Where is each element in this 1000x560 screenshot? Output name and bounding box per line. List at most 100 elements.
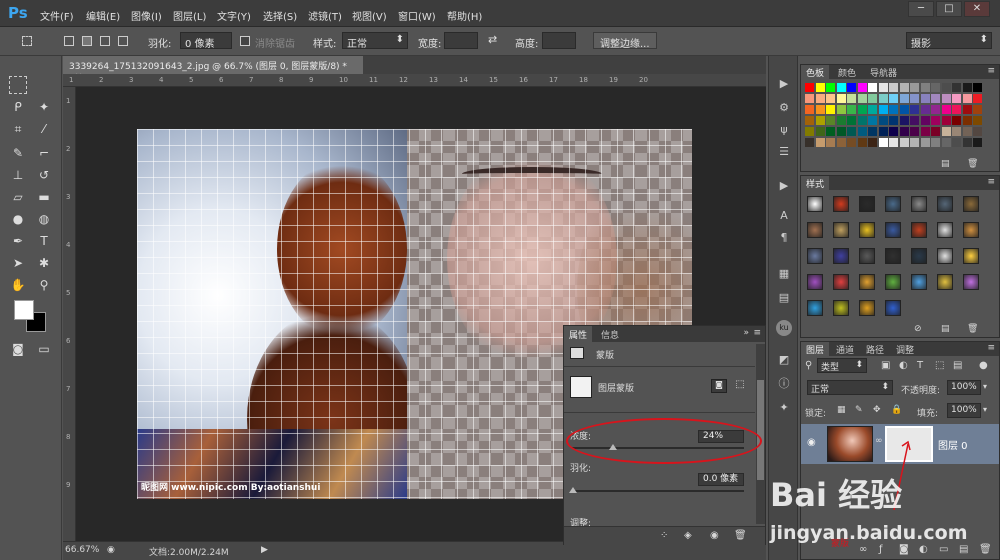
play-icon[interactable]: ▶ bbox=[776, 178, 792, 194]
document-tab[interactable]: 3339264_175132091643_2.jpg @ 66.7% (图层 0… bbox=[63, 56, 363, 82]
color-swatch[interactable] bbox=[836, 116, 846, 125]
adjustments-icon[interactable]: ◩ bbox=[776, 352, 792, 368]
stamp-tool-icon[interactable]: ⊥ bbox=[9, 166, 27, 184]
fx-icon[interactable]: ƒ bbox=[879, 544, 883, 555]
quick-mask-icon[interactable]: ◙ bbox=[9, 340, 27, 358]
tab-channels[interactable]: 通道 bbox=[831, 342, 859, 356]
tab-properties[interactable]: 属性 bbox=[564, 326, 593, 342]
color-swatch[interactable] bbox=[889, 116, 898, 125]
menu-file[interactable]: 文件(F) bbox=[40, 8, 74, 23]
load-selection-icon[interactable]: ⁘ bbox=[660, 530, 668, 541]
style-swatch[interactable] bbox=[963, 196, 979, 212]
color-swatch[interactable] bbox=[941, 83, 951, 92]
trash-icon[interactable]: 🗑 bbox=[967, 324, 978, 334]
color-swatch[interactable] bbox=[857, 127, 867, 136]
style-swatch[interactable] bbox=[885, 248, 901, 264]
style-swatch[interactable] bbox=[963, 222, 979, 238]
menu-view[interactable]: 视图(V) bbox=[352, 8, 387, 23]
color-swatch[interactable] bbox=[910, 94, 919, 103]
eye-icon[interactable]: ◉ bbox=[807, 437, 816, 448]
history-icon[interactable]: ⚙ bbox=[776, 100, 792, 116]
feather-slider-thumb[interactable] bbox=[569, 487, 577, 493]
style-swatch[interactable] bbox=[807, 274, 823, 290]
style-swatch[interactable] bbox=[885, 196, 901, 212]
color-swatch[interactable] bbox=[931, 116, 940, 125]
zoom-tool-icon[interactable]: ⚲ bbox=[35, 276, 53, 294]
dodge-tool-icon[interactable]: ◍ bbox=[35, 210, 53, 228]
style-swatch[interactable] bbox=[859, 274, 875, 290]
style-swatch[interactable] bbox=[833, 222, 849, 238]
panel-menu-icon[interactable]: ≡ bbox=[987, 343, 995, 353]
maximize-button[interactable]: □ bbox=[936, 1, 962, 17]
color-swatch[interactable] bbox=[857, 116, 867, 125]
color-swatch[interactable] bbox=[910, 83, 919, 92]
style-swatch[interactable] bbox=[937, 222, 953, 238]
add-selection-icon[interactable] bbox=[82, 36, 92, 46]
close-window-button[interactable]: ✕ bbox=[964, 1, 990, 17]
style-swatch[interactable] bbox=[885, 222, 901, 238]
color-swatch[interactable] bbox=[899, 105, 909, 114]
status-arrow-icon[interactable]: ▶ bbox=[261, 545, 268, 555]
color-swatch[interactable] bbox=[826, 105, 835, 114]
menu-help[interactable]: 帮助(H) bbox=[447, 8, 482, 23]
style-swatch[interactable] bbox=[911, 248, 927, 264]
eyedropper-tool-icon[interactable]: ⁄ bbox=[35, 120, 53, 138]
color-swatch[interactable] bbox=[952, 127, 961, 136]
color-swatch[interactable] bbox=[899, 83, 909, 92]
color-swatch[interactable] bbox=[920, 127, 930, 136]
style-swatch[interactable] bbox=[937, 196, 953, 212]
color-swatch[interactable] bbox=[826, 83, 835, 92]
kuler-icon[interactable]: ku bbox=[776, 320, 792, 336]
color-swatch[interactable] bbox=[847, 127, 856, 136]
panel-menu-icon[interactable]: ≡ bbox=[987, 66, 995, 76]
color-swatch[interactable] bbox=[973, 138, 982, 147]
healing-tool-icon[interactable]: ✎ bbox=[9, 144, 27, 162]
color-swatch[interactable] bbox=[931, 83, 940, 92]
pixel-mask-icon[interactable]: ◙ bbox=[711, 379, 727, 393]
style-swatch[interactable] bbox=[885, 274, 901, 290]
color-swatch[interactable] bbox=[962, 127, 972, 136]
style-swatch[interactable] bbox=[833, 196, 849, 212]
style-swatch[interactable] bbox=[807, 222, 823, 238]
color-swatch[interactable] bbox=[941, 116, 951, 125]
style-swatch[interactable] bbox=[859, 248, 875, 264]
opacity-dropdown-icon[interactable]: ▾ bbox=[983, 382, 987, 391]
color-swatch[interactable] bbox=[973, 83, 982, 92]
menu-image[interactable]: 图像(I) bbox=[131, 8, 162, 23]
style-swatch[interactable] bbox=[859, 300, 875, 316]
color-swatch[interactable] bbox=[847, 83, 856, 92]
color-swatch[interactable] bbox=[805, 127, 814, 136]
antialias-checkbox[interactable] bbox=[240, 36, 250, 46]
filter-pixel-icon[interactable]: ▣ bbox=[881, 360, 890, 371]
color-swatch[interactable] bbox=[878, 116, 888, 125]
trash-icon[interactable]: 🗑 bbox=[734, 530, 747, 541]
panel-menu-icon[interactable]: ≡ bbox=[753, 328, 761, 338]
status-menu-icon[interactable]: ◉ bbox=[107, 545, 115, 555]
color-swatch[interactable] bbox=[836, 105, 846, 114]
layer-filter-select[interactable]: 类型 ⬍ bbox=[817, 358, 867, 373]
lock-transparent-icon[interactable]: ▦ bbox=[837, 405, 846, 415]
character-icon[interactable]: A bbox=[776, 208, 792, 224]
collapse-icon[interactable]: » bbox=[743, 328, 749, 338]
swap-icon[interactable]: ⇄ bbox=[488, 33, 497, 46]
refine-edge-button[interactable]: 调整边缘... bbox=[593, 32, 657, 50]
shape-tool-icon[interactable]: ✱ bbox=[35, 254, 53, 272]
color-swatch[interactable] bbox=[899, 127, 909, 136]
color-swatch[interactable] bbox=[847, 116, 856, 125]
color-swatch[interactable] bbox=[931, 94, 940, 103]
color-swatch[interactable] bbox=[952, 94, 961, 103]
lock-all-icon[interactable]: 🔒 bbox=[891, 405, 902, 415]
color-swatch[interactable] bbox=[836, 138, 846, 147]
color-swatch[interactable] bbox=[962, 116, 972, 125]
color-swatch[interactable] bbox=[815, 138, 825, 147]
pen-tool-icon[interactable]: ✒ bbox=[9, 232, 27, 250]
subtract-selection-icon[interactable] bbox=[100, 36, 110, 46]
color-swatch[interactable] bbox=[805, 83, 814, 92]
style-swatch[interactable] bbox=[833, 300, 849, 316]
color-swatch[interactable] bbox=[973, 105, 982, 114]
style-swatch[interactable] bbox=[937, 274, 953, 290]
style-swatch[interactable] bbox=[911, 196, 927, 212]
style-swatch[interactable] bbox=[807, 300, 823, 316]
color-swatch[interactable] bbox=[815, 83, 825, 92]
color-swatch[interactable] bbox=[931, 127, 940, 136]
